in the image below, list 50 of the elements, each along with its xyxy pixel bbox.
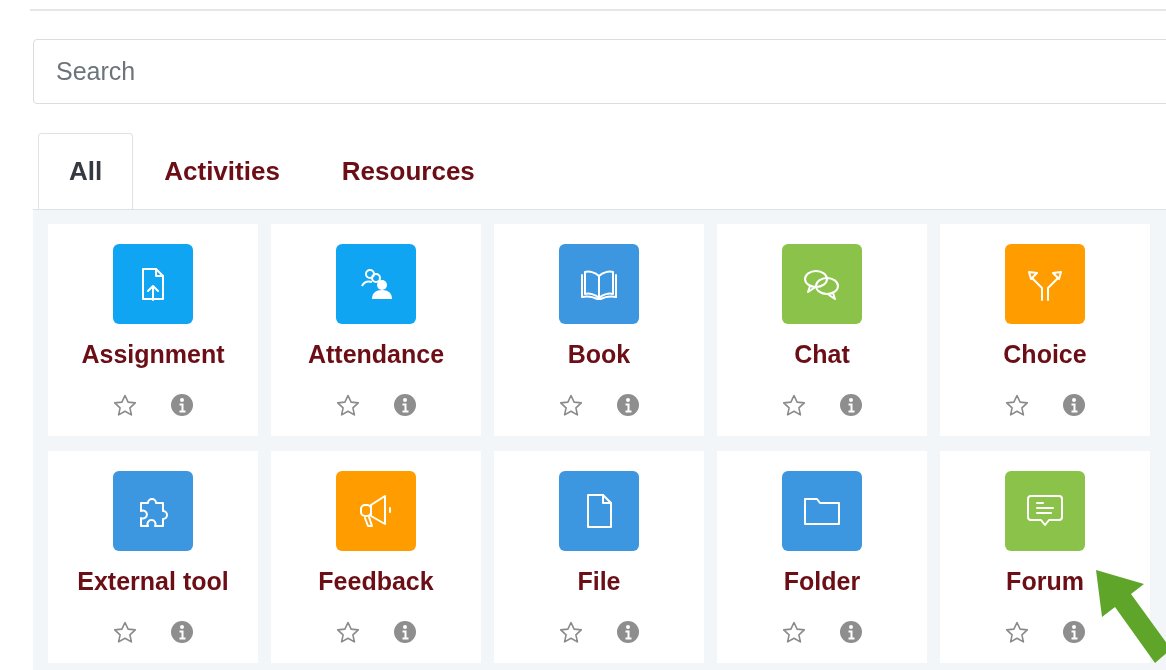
star-icon[interactable] <box>782 620 806 644</box>
module-name: Forum <box>1006 566 1084 597</box>
star-icon[interactable] <box>1005 393 1029 417</box>
speech-bubble-icon <box>1025 493 1065 529</box>
module-card[interactable]: Choice <box>940 224 1150 436</box>
open-book-icon <box>581 268 617 300</box>
module-name: Feedback <box>318 566 434 597</box>
star-icon[interactable] <box>559 620 583 644</box>
people-icon <box>358 266 394 302</box>
star-icon[interactable] <box>113 393 137 417</box>
star-icon[interactable] <box>336 393 360 417</box>
module-card[interactable]: File <box>494 451 704 663</box>
module-card[interactable]: Attendance <box>271 224 481 436</box>
module-card[interactable]: Chat <box>717 224 927 436</box>
module-name: Book <box>567 339 631 370</box>
info-icon[interactable] <box>171 394 193 416</box>
star-icon[interactable] <box>1005 620 1029 644</box>
module-name: Choice <box>1003 339 1087 370</box>
module-card[interactable]: External tool <box>48 451 258 663</box>
module-card[interactable]: Feedback <box>271 451 481 663</box>
module-card[interactable]: Book <box>494 224 704 436</box>
module-card[interactable]: Folder <box>717 451 927 663</box>
info-icon[interactable] <box>617 394 639 416</box>
info-icon[interactable] <box>840 394 862 416</box>
tab[interactable]: All <box>38 133 134 209</box>
star-icon[interactable] <box>336 620 360 644</box>
info-icon[interactable] <box>840 621 862 643</box>
module-name: Chat <box>794 339 850 370</box>
star-icon[interactable] <box>113 620 137 644</box>
star-icon[interactable] <box>782 393 806 417</box>
module-card[interactable]: Assignment <box>48 224 258 436</box>
module-name: Folder <box>783 566 861 597</box>
chat-bubbles-icon <box>802 267 842 301</box>
file-icon <box>584 493 614 529</box>
module-name: File <box>577 566 621 597</box>
search-field[interactable]: Search <box>33 39 1166 104</box>
tab[interactable]: Activities <box>133 133 311 209</box>
module-card[interactable]: Forum <box>940 451 1150 663</box>
info-icon[interactable] <box>1063 621 1085 643</box>
info-icon[interactable] <box>394 621 416 643</box>
star-icon[interactable] <box>559 393 583 417</box>
module-name: External tool <box>77 566 229 597</box>
tab[interactable]: Resources <box>310 133 506 209</box>
info-icon[interactable] <box>1063 394 1085 416</box>
info-icon[interactable] <box>617 621 639 643</box>
info-icon[interactable] <box>171 621 193 643</box>
folder-icon <box>802 495 842 527</box>
module-name: Attendance <box>307 339 445 370</box>
module-name: Assignment <box>81 339 225 370</box>
info-icon[interactable] <box>394 394 416 416</box>
